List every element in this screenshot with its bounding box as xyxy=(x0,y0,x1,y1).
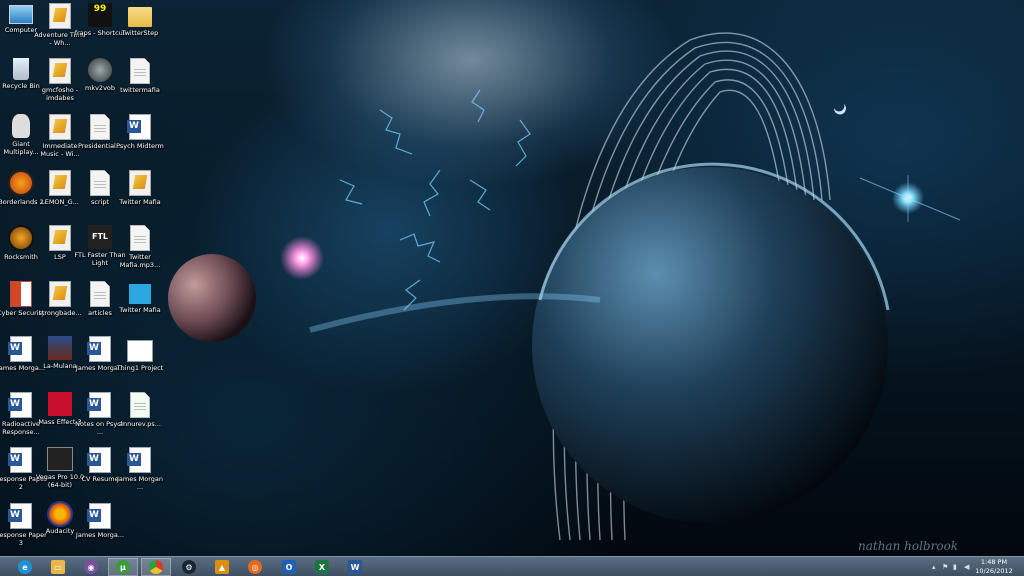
taskbar-excel[interactable]: X xyxy=(307,558,337,576)
taskbar-shortcut-app[interactable]: ▲ xyxy=(207,558,237,576)
firefox-icon: ◎ xyxy=(248,560,262,574)
internet-explorer-icon: e xyxy=(18,560,32,574)
taskbar-media-app[interactable]: ◉ xyxy=(76,558,106,576)
recycle-bin-icon xyxy=(13,58,29,80)
show-hidden-icons-icon[interactable]: ▴ xyxy=(932,563,936,571)
word-document-icon xyxy=(87,447,111,473)
shortcut-icon xyxy=(49,281,71,307)
word-document-icon xyxy=(8,503,32,529)
fraps-icon: 99 xyxy=(88,3,112,27)
shortcut-app-icon: ▲ xyxy=(215,560,229,574)
utorrent-icon: µ xyxy=(116,560,130,574)
steam-icon: ⚙ xyxy=(182,560,196,574)
text-document-icon xyxy=(130,58,150,84)
computer-icon xyxy=(9,5,33,24)
desktop-icon-label: Twitter Mafia xyxy=(119,198,161,206)
desktop-icon-label: annurev.ps... xyxy=(119,420,161,428)
outlook-icon: O xyxy=(282,560,296,574)
desktop-icon-label: twittermafia xyxy=(120,86,160,94)
desktop-icon-label: Psych Midterm xyxy=(116,142,164,150)
desktop-icon-label: James Morga... xyxy=(75,531,125,539)
text-document-icon xyxy=(90,281,110,307)
taskbar: e ▭ ◉ µ ⚙ ▲ ◎ O X W ▴ ⚑ ▮ ◀ 1:48 PM 10/2… xyxy=(0,556,1024,576)
rocksmith-icon xyxy=(8,225,34,251)
desktop-icon[interactable]: Twitter Mafia xyxy=(114,170,166,224)
word-document-icon xyxy=(127,114,151,140)
desktop-icon-label: Thing1 Project xyxy=(116,364,164,372)
text-document-icon xyxy=(130,225,150,251)
taskbar-utorrent[interactable]: µ xyxy=(108,558,138,576)
chrome-icon xyxy=(149,560,163,574)
folder-icon: ▭ xyxy=(51,560,65,574)
mkv2vob-icon xyxy=(88,58,112,82)
clock-date: 10/26/2012 xyxy=(975,566,1013,575)
shortcut-icon xyxy=(49,3,71,29)
desktop-icon-label: TwitterStep xyxy=(121,29,159,37)
twitter-icon xyxy=(129,284,151,304)
desktop-icon[interactable]: James Morgan ... xyxy=(114,447,166,501)
desktop-icon[interactable]: Twitter Mafia xyxy=(114,281,166,335)
crescent-moon xyxy=(833,104,846,115)
taskbar-clock[interactable]: 1:48 PM 10/26/2012 xyxy=(968,558,1020,575)
word-document-icon xyxy=(8,336,32,362)
wallpaper-signature: nathan holbrook xyxy=(858,539,958,553)
desktop-icon[interactable]: Twitter Mafia.mp3... xyxy=(114,225,166,279)
excel-icon: X xyxy=(315,560,329,574)
robot-icon xyxy=(12,114,30,138)
desktop-icon[interactable]: twittermafia xyxy=(114,58,166,112)
audacity-icon xyxy=(49,503,71,525)
word-document-icon xyxy=(87,336,111,362)
pink-star xyxy=(280,236,324,280)
shortcut-icon xyxy=(49,114,71,140)
taskbar-file-explorer[interactable]: ▭ xyxy=(43,558,73,576)
shortcut-icon xyxy=(49,58,71,84)
taskbar-steam[interactable]: ⚙ xyxy=(174,558,204,576)
desktop-icon-label: James Morgan ... xyxy=(116,475,164,491)
word-document-icon xyxy=(87,392,111,418)
desktop-icon[interactable]: Psych Midterm xyxy=(114,114,166,168)
taskbar-word[interactable]: W xyxy=(340,558,370,576)
taskbar-internet-explorer[interactable]: e xyxy=(10,558,40,576)
desktop-icon[interactable]: Thing1 Project xyxy=(114,336,166,390)
electric-nebula xyxy=(339,89,531,311)
powerpoint-icon xyxy=(10,281,32,307)
word-document-icon xyxy=(8,392,32,418)
taskbar-outlook[interactable]: O xyxy=(274,558,304,576)
clock-time: 1:48 PM xyxy=(980,558,1008,566)
moon xyxy=(168,254,256,342)
borderlands-icon xyxy=(8,170,34,196)
taskbar-chrome[interactable] xyxy=(141,558,171,576)
la-mulana-icon xyxy=(48,336,72,360)
planet xyxy=(532,167,888,523)
shortcut-icon xyxy=(49,170,71,196)
word-document-icon xyxy=(127,447,151,473)
text-document-icon xyxy=(90,114,110,140)
desktop-icon-label: Twitter Mafia xyxy=(119,306,161,314)
desktop-icon[interactable]: James Morga... xyxy=(74,503,126,557)
desktop-icon[interactable]: TwitterStep xyxy=(114,3,166,57)
ftl-icon: FTL xyxy=(88,225,112,249)
network-icon[interactable]: ▮ xyxy=(953,563,957,571)
folder-icon xyxy=(127,340,153,362)
folder-icon xyxy=(128,7,152,27)
text-document-icon xyxy=(90,170,110,196)
word-document-icon xyxy=(87,503,111,529)
mass-effect-icon xyxy=(48,392,72,416)
taskbar-firefox[interactable]: ◎ xyxy=(240,558,270,576)
desktop-icon[interactable]: annurev.ps... xyxy=(114,392,166,446)
vegas-pro-icon xyxy=(47,447,73,471)
flag-icon[interactable]: ⚑ xyxy=(942,563,948,571)
shortcut-icon xyxy=(129,170,151,196)
media-app-icon: ◉ xyxy=(84,560,98,574)
desktop-icon-label: Twitter Mafia.mp3... xyxy=(119,253,161,269)
word-icon: W xyxy=(348,560,362,574)
shortcut-icon xyxy=(49,225,71,251)
word-document-icon xyxy=(8,447,32,473)
script-document-icon xyxy=(130,392,150,418)
